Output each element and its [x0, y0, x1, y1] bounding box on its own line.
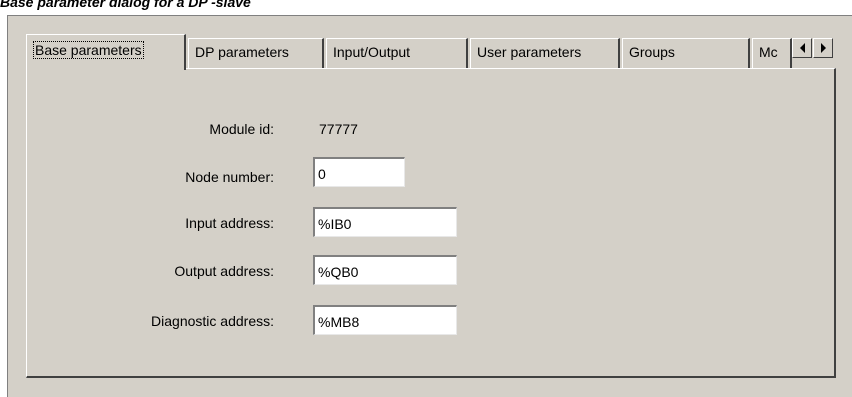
module-id-label: Module id:	[209, 121, 274, 137]
diagnostic-address-field[interactable]	[313, 305, 457, 335]
output-address-label: Output address:	[174, 263, 274, 279]
base-parameters-panel: Module id: 77777 Node number: Input addr…	[26, 68, 836, 378]
tab-input-output[interactable]: Input/Output	[326, 38, 468, 68]
tab-scroll-right-button[interactable]	[813, 38, 833, 58]
triangle-right-icon	[820, 43, 826, 53]
tab-groups[interactable]: Groups	[622, 38, 750, 68]
tab-modules[interactable]: Mc	[752, 38, 792, 68]
figure-caption: Base parameter dialog for a DP -slave	[0, 0, 251, 10]
input-address-field[interactable]	[313, 207, 457, 237]
node-number-field[interactable]	[313, 157, 405, 187]
tab-label: DP parameters	[195, 44, 289, 60]
tab-scroll-left-button[interactable]	[792, 38, 812, 58]
node-number-label: Node number:	[185, 169, 274, 185]
output-address-field[interactable]	[313, 255, 457, 285]
tab-label: Base parameters	[33, 41, 144, 59]
triangle-left-icon	[799, 43, 805, 53]
tab-label: User parameters	[477, 44, 582, 60]
tab-label: Input/Output	[333, 44, 411, 60]
tab-user-parameters[interactable]: User parameters	[470, 38, 620, 68]
tab-label: Mc	[759, 44, 778, 60]
tab-dp-parameters[interactable]: DP parameters	[188, 38, 324, 68]
input-address-label: Input address:	[185, 215, 274, 231]
tab-label: Groups	[629, 44, 675, 60]
diagnostic-address-label: Diagnostic address:	[151, 313, 274, 329]
module-id-value: 77777	[319, 121, 358, 137]
tab-base-parameters[interactable]: Base parameters	[26, 34, 186, 70]
